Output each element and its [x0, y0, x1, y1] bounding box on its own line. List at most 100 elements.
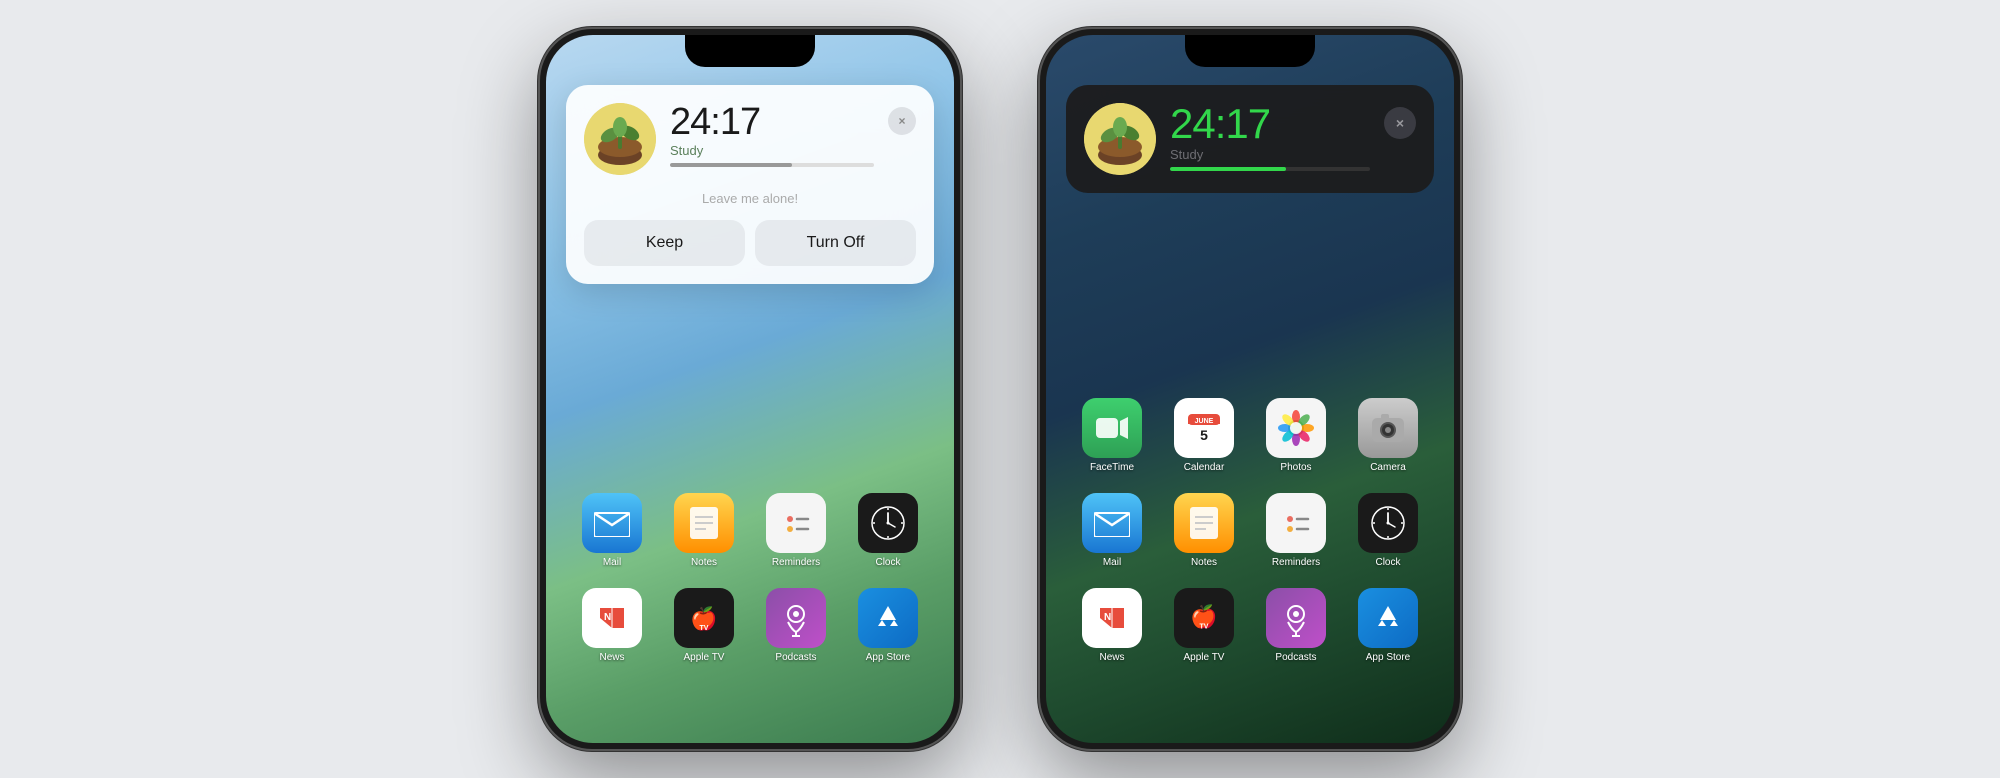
app-row-3-dark: N News 🍎 TV Apple TV — [1066, 588, 1434, 663]
podcasts-label-dark: Podcasts — [1275, 652, 1316, 663]
close-icon-light: × — [898, 114, 905, 128]
app-podcasts-light[interactable]: Podcasts — [760, 588, 832, 663]
appletv-label-dark: Apple TV — [1184, 652, 1225, 663]
mail-label-light: Mail — [603, 557, 621, 568]
camera-icon-dark — [1358, 398, 1418, 458]
progress-bar-dark — [1170, 167, 1370, 171]
app-notes-dark[interactable]: Notes — [1168, 493, 1240, 568]
app-grid-light: Mail Notes — [546, 493, 954, 683]
close-button-light[interactable]: × — [888, 107, 916, 135]
app-appletv-light[interactable]: 🍎 TV Apple TV — [668, 588, 740, 663]
photos-icon-dark — [1266, 398, 1326, 458]
progress-fill-dark — [1170, 167, 1286, 171]
leave-alone-message: Leave me alone! — [584, 175, 916, 220]
mail-label-dark: Mail — [1103, 557, 1121, 568]
app-clock-light[interactable]: Clock — [852, 493, 924, 568]
calendar-label-dark: Calendar — [1184, 462, 1225, 473]
app-appletv-dark[interactable]: 🍎 TV Apple TV — [1168, 588, 1240, 663]
turn-off-button[interactable]: Turn Off — [755, 220, 916, 266]
appstore-icon-dark — [1358, 588, 1418, 648]
reminders-label-dark: Reminders — [1272, 557, 1320, 568]
app-row-2-dark: Mail Notes — [1066, 493, 1434, 568]
appletv-icon-dark: 🍎 TV — [1174, 588, 1234, 648]
plant-avatar — [584, 103, 656, 175]
notes-label-1-light: Notes — [691, 557, 717, 568]
podcasts-icon-light — [766, 588, 826, 648]
app-grid-dark: FaceTime 5 JUNE Calendar — [1046, 398, 1454, 683]
clock-icon-light — [858, 493, 918, 553]
appletv-label-light: Apple TV — [684, 652, 725, 663]
app-appstore-dark[interactable]: App Store — [1352, 588, 1424, 663]
progress-bar-light — [670, 163, 874, 167]
widget-time-dark: 24:17 — [1170, 103, 1370, 145]
app-notes-light[interactable]: Notes — [668, 493, 740, 568]
appstore-label-light: App Store — [866, 652, 910, 663]
close-button-dark[interactable]: × — [1384, 107, 1416, 139]
clock-icon-dark — [1358, 493, 1418, 553]
app-news-light[interactable]: N News — [576, 588, 648, 663]
facetime-icon-dark — [1082, 398, 1142, 458]
app-row-1-light: Mail Notes — [566, 493, 934, 568]
reminders-icon-dark — [1266, 493, 1326, 553]
podcasts-label-light: Podcasts — [775, 652, 816, 663]
iphone-screen-light: 24:17 Study × Leave me alone! Keep Turn … — [546, 35, 954, 743]
widget-time-light: 24:17 — [670, 103, 874, 141]
clock-label-dark: Clock — [1375, 557, 1400, 568]
news-label-light: News — [599, 652, 624, 663]
app-reminders-light[interactable]: Reminders — [760, 493, 832, 568]
appstore-icon-light — [858, 588, 918, 648]
camera-label-dark: Camera — [1370, 462, 1406, 473]
app-row-2-light: N News 🍎 TV Apple TV — [566, 588, 934, 663]
svg-text:TV: TV — [1200, 624, 1209, 631]
widget-label-light: Study — [670, 143, 874, 158]
notes-icon-dark — [1174, 493, 1234, 553]
app-appstore-light[interactable]: App Store — [852, 588, 924, 663]
widget-top-row: 24:17 Study × — [584, 103, 916, 175]
news-icon-dark: N — [1082, 588, 1142, 648]
notes-label-dark: Notes — [1191, 557, 1217, 568]
app-camera-dark[interactable]: Camera — [1352, 398, 1424, 473]
app-podcasts-dark[interactable]: Podcasts — [1260, 588, 1332, 663]
plant-avatar-dark — [1084, 103, 1156, 175]
svg-text:TV: TV — [700, 625, 709, 632]
mail-icon-dark — [1082, 493, 1142, 553]
app-news-dark[interactable]: N News — [1076, 588, 1148, 663]
iphone-light: 24:17 Study × Leave me alone! Keep Turn … — [540, 29, 960, 749]
appletv-icon-light: 🍎 TV — [674, 588, 734, 648]
svg-text:JUNE: JUNE — [1195, 418, 1214, 425]
mail-icon-light — [582, 493, 642, 553]
app-calendar-dark[interactable]: 5 JUNE Calendar — [1168, 398, 1240, 473]
app-photos-dark[interactable]: Photos — [1260, 398, 1332, 473]
svg-text:5: 5 — [1200, 427, 1208, 443]
reminders-label-light: Reminders — [772, 557, 820, 568]
widget-info-dark: 24:17 Study — [1170, 103, 1370, 171]
notch-dark — [1185, 35, 1315, 67]
app-facetime-dark[interactable]: FaceTime — [1076, 398, 1148, 473]
news-label-dark: News — [1099, 652, 1124, 663]
clock-label-light: Clock — [875, 557, 900, 568]
app-clock-dark[interactable]: Clock — [1352, 493, 1424, 568]
reminders-icon-light — [766, 493, 826, 553]
notes-icon-light — [674, 493, 734, 553]
app-mail-dark[interactable]: Mail — [1076, 493, 1148, 568]
focus-widget-dark: 24:17 Study × — [1066, 85, 1434, 193]
calendar-icon-dark: 5 JUNE — [1174, 398, 1234, 458]
svg-text:N: N — [1104, 612, 1111, 623]
close-icon-dark: × — [1396, 115, 1404, 131]
podcasts-icon-dark — [1266, 588, 1326, 648]
svg-text:N: N — [604, 612, 611, 623]
app-row-1-dark: FaceTime 5 JUNE Calendar — [1066, 398, 1434, 473]
keep-button[interactable]: Keep — [584, 220, 745, 266]
iphone-screen-dark: 24:17 Study × — [1046, 35, 1454, 743]
screen-background-light: 24:17 Study × Leave me alone! Keep Turn … — [546, 35, 954, 743]
app-mail-light[interactable]: Mail — [576, 493, 648, 568]
progress-fill-light — [670, 163, 792, 167]
appstore-label-dark: App Store — [1366, 652, 1410, 663]
widget-top-row-dark: 24:17 Study × — [1084, 103, 1416, 175]
action-buttons: Keep Turn Off — [584, 220, 916, 284]
iphone-dark: 24:17 Study × — [1040, 29, 1460, 749]
screen-background-dark: 24:17 Study × — [1046, 35, 1454, 743]
app-reminders-dark[interactable]: Reminders — [1260, 493, 1332, 568]
notch — [685, 35, 815, 67]
news-icon-light: N — [582, 588, 642, 648]
